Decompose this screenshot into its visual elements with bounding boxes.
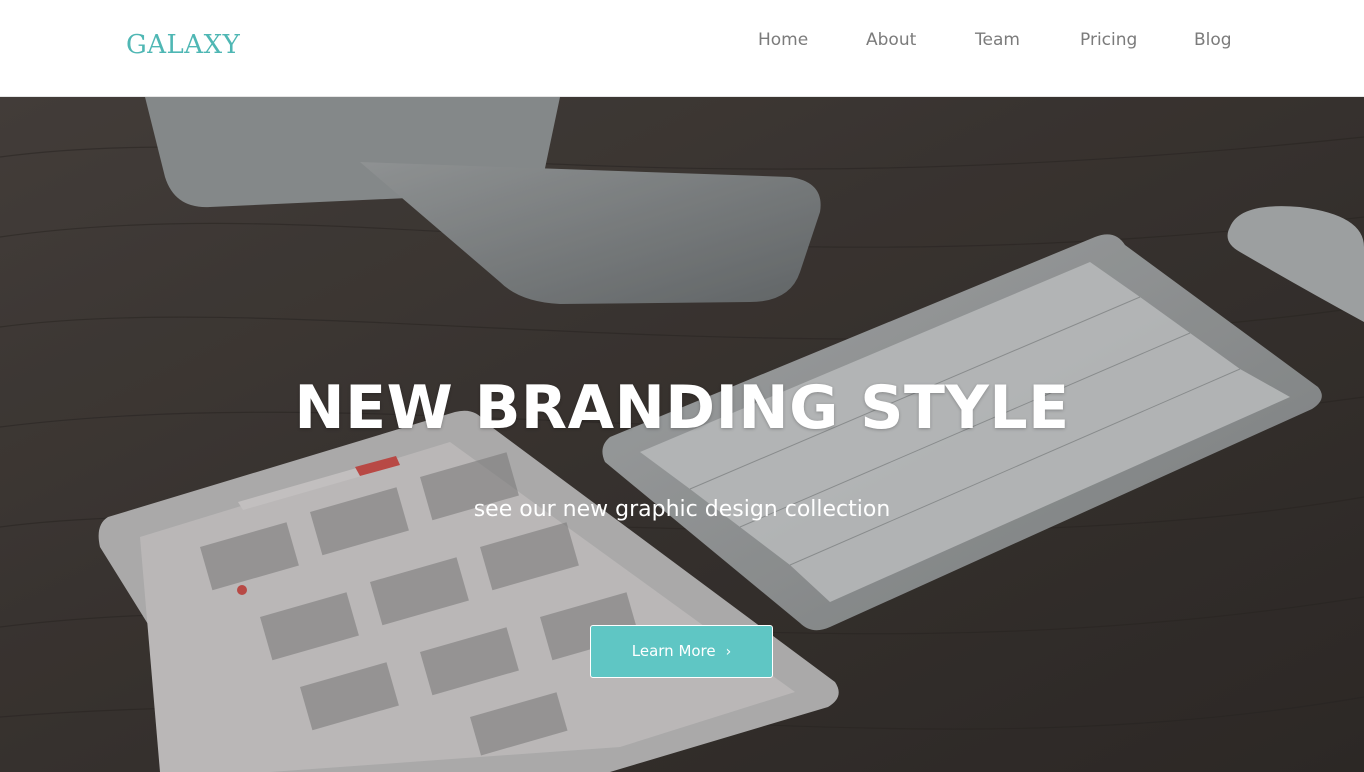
chevron-right-icon: › <box>725 644 732 660</box>
site-logo[interactable]: GALAXY <box>126 30 240 60</box>
nav-item-home[interactable]: Home <box>758 30 808 50</box>
top-navbar: GALAXY Home About Team Pricing Blog <box>0 0 1364 97</box>
nav-item-about[interactable]: About <box>866 30 916 50</box>
hero-subtitle: see our new graphic design collection <box>473 497 891 522</box>
learn-more-button[interactable]: Learn More › <box>590 625 773 678</box>
hero-section: NEW BRANDING STYLE see our new graphic d… <box>0 97 1364 772</box>
learn-more-label: Learn More <box>631 642 716 660</box>
nav-item-pricing[interactable]: Pricing <box>1080 30 1137 50</box>
nav-item-blog[interactable]: Blog <box>1194 30 1232 50</box>
nav-item-team[interactable]: Team <box>975 30 1020 50</box>
hero-title: NEW BRANDING STYLE <box>294 373 1070 443</box>
